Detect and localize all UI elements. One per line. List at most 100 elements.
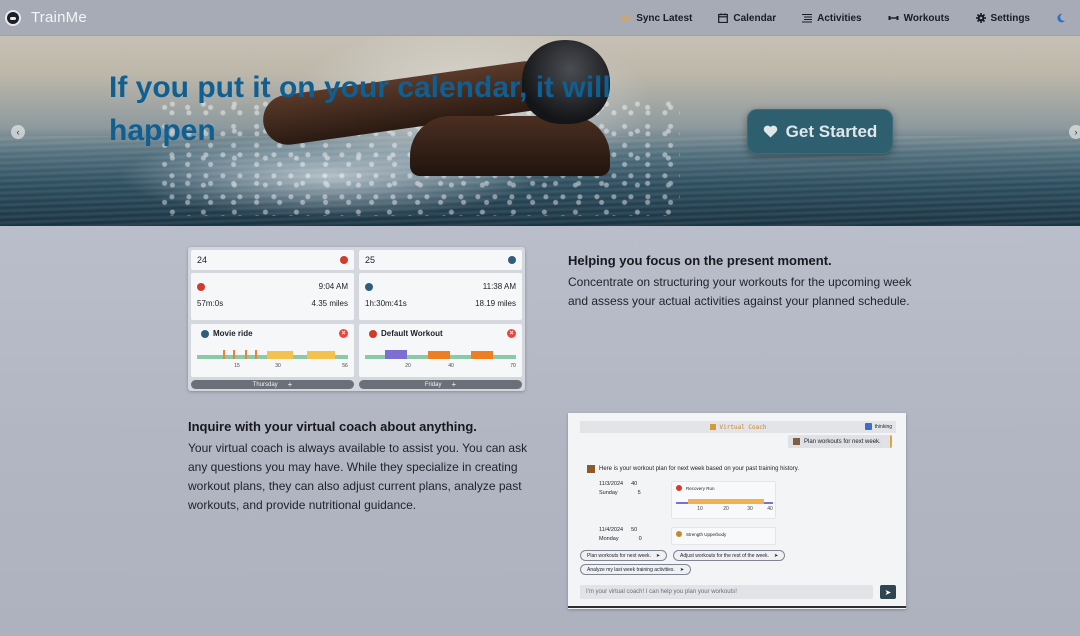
get-started-label: Get Started <box>785 121 878 141</box>
plan-workout-card[interactable]: Recovery Run 10 20 30 40 <box>671 481 776 519</box>
thinking-label: thinking <box>874 423 892 430</box>
theme-toggle[interactable] <box>1056 13 1066 23</box>
plan-workout-chart: 10 20 30 40 <box>676 499 773 512</box>
run-icon <box>508 256 516 264</box>
activity-duration: 1h:30m:41s <box>365 299 407 308</box>
sync-icon <box>620 12 631 24</box>
coach-message: Here is your workout plan for next week … <box>587 465 799 473</box>
nav-sync-latest[interactable]: Sync Latest <box>620 13 692 24</box>
list-icon <box>802 14 813 23</box>
feature-focus-title: Helping you focus on the present moment. <box>568 253 832 268</box>
suggestion-label: Adjust workouts for the rest of the week… <box>680 552 769 559</box>
nav-workouts[interactable]: Workouts <box>888 13 950 24</box>
user-avatar-icon <box>793 438 800 445</box>
navbar: TrainMe Sync Latest Calendar Activities <box>0 0 1080 36</box>
send-arrow-icon: ➤ <box>655 552 661 559</box>
day-footer[interactable]: Thursday + <box>191 380 354 389</box>
user-message-text: Plan workouts for next week. <box>804 438 881 445</box>
day-name: Thursday <box>252 381 278 388</box>
send-button[interactable]: ➤ <box>880 585 896 599</box>
carousel-prev-button[interactable]: ‹ <box>11 125 25 139</box>
suggestion-label: Analyze my last week training activities… <box>587 566 675 573</box>
activity-duration: 57m:0s <box>197 299 224 308</box>
calendar-icon <box>718 13 729 23</box>
calendar-day: 25 11:38 AM 1h:30m:41s 18.19 miles Defau… <box>359 250 522 389</box>
workout-card[interactable]: Default Workout × 20 40 70 <box>359 324 522 377</box>
coach-message-text: Here is your workout plan for next week … <box>599 466 799 472</box>
plan-workout-name: Strength Upperbody <box>686 531 727 537</box>
workout-type-icon <box>201 329 209 338</box>
checkbox-icon <box>864 423 872 430</box>
coach-avatar-icon <box>709 424 716 430</box>
plan-day: Monday <box>599 536 619 542</box>
tick-label: 40 <box>767 506 773 511</box>
plan-value: 40 <box>631 481 638 487</box>
plan-value: 5 <box>637 490 641 496</box>
coach-title: Virtual Coach <box>719 423 767 431</box>
day-footer[interactable]: Friday + <box>359 380 522 389</box>
tick-label: 10 <box>697 506 703 511</box>
suggestion-chip[interactable]: Analyze my last week training activities… <box>580 564 692 575</box>
tick-label: 30 <box>747 506 753 511</box>
thinking-toggle[interactable]: thinking <box>864 423 892 430</box>
activity-card[interactable]: 9:04 AM 57m:0s 4.35 miles <box>191 273 354 320</box>
tick-label: 56 <box>342 363 348 369</box>
day-header: 25 <box>359 250 522 270</box>
nav-settings[interactable]: Settings <box>975 12 1030 24</box>
feature-focus: Helping you focus on the present moment.… <box>568 253 913 311</box>
run-icon <box>365 282 373 291</box>
close-icon[interactable]: × <box>339 329 348 338</box>
brand-name: TrainMe <box>31 9 87 26</box>
activity-distance: 4.35 miles <box>311 299 348 308</box>
moon-icon <box>1057 13 1066 23</box>
nav-calendar[interactable]: Calendar <box>718 13 776 24</box>
workout-name: Movie ride <box>213 329 253 338</box>
coach-header: Virtual Coach thinking <box>580 421 896 433</box>
nav-label: Sync Latest <box>636 12 693 24</box>
gear-icon <box>975 13 986 23</box>
tick-label: 70 <box>510 363 516 369</box>
nav-label: Activities <box>817 12 862 24</box>
nav-label: Calendar <box>733 12 777 24</box>
calendar-day: 24 9:04 AM 57m:0s 4.35 miles Movie ride … <box>191 250 354 389</box>
coach-divider <box>568 606 906 608</box>
day-header: 24 <box>191 250 354 270</box>
suggestion-chip[interactable]: Adjust workouts for the rest of the week… <box>673 550 786 561</box>
day-number: 24 <box>197 255 208 265</box>
carousel-next-button[interactable]: › <box>1069 125 1080 139</box>
coach-chat-input[interactable]: I'm your virtual coach! I can help you p… <box>580 585 873 599</box>
hero-title: If you put it on your calendar, it will … <box>109 71 611 147</box>
plan-entry: 11/3/2024 40 Sunday 5 <box>599 481 641 496</box>
coach-input-placeholder: I'm your virtual coach! I can help you p… <box>586 589 737 595</box>
brand[interactable]: TrainMe <box>5 9 87 26</box>
activity-time: 11:38 AM <box>482 282 516 291</box>
day-number: 25 <box>365 255 376 265</box>
workout-card[interactable]: Movie ride × 15 30 56 <box>191 324 354 377</box>
nav-items: Sync Latest Calendar Activities Workouts <box>594 0 1066 36</box>
add-icon[interactable]: + <box>288 380 293 389</box>
workout-type-icon <box>369 329 377 338</box>
tick-label: 40 <box>448 363 454 369</box>
strength-icon <box>676 531 682 537</box>
workout-chart: 20 40 70 <box>365 350 516 369</box>
heart-icon <box>763 125 777 138</box>
close-icon[interactable]: × <box>507 329 516 338</box>
feature-coach-text: Your virtual coach is always available t… <box>188 441 528 512</box>
trainme-logo-icon <box>5 9 21 26</box>
nav-activities[interactable]: Activities <box>802 12 862 24</box>
add-icon[interactable]: + <box>452 380 457 389</box>
plan-date: 11/4/2024 <box>599 527 624 533</box>
tick-label: 20 <box>723 506 729 511</box>
calendar-preview: 24 9:04 AM 57m:0s 4.35 miles Movie ride … <box>188 247 525 391</box>
send-arrow-icon: ➤ <box>679 566 685 573</box>
plan-entry: 11/4/2024 50 Monday 0 <box>599 527 642 542</box>
day-name: Friday <box>424 381 442 388</box>
suggestion-chip[interactable]: Plan workouts for next week. ➤ <box>580 550 668 561</box>
nav-label: Settings <box>990 12 1030 24</box>
get-started-button[interactable]: Get Started <box>747 109 893 154</box>
plan-workout-card[interactable]: Strength Upperbody <box>671 527 776 545</box>
feature-coach: Inquire with your virtual coach about an… <box>188 419 533 515</box>
activity-card[interactable]: 11:38 AM 1h:30m:41s 18.19 miles <box>359 273 522 320</box>
hero-banner: If you put it on your calendar, it will … <box>0 36 1080 226</box>
plan-value: 0 <box>638 536 642 542</box>
